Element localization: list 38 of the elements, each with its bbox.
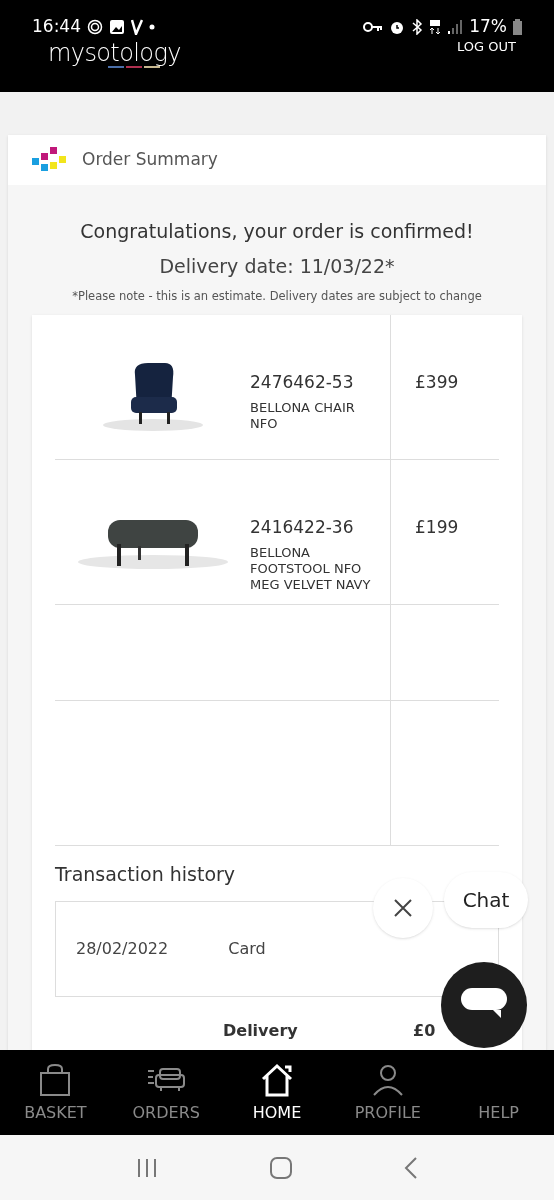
fingerprint-icon xyxy=(87,18,103,35)
payment-method: Card xyxy=(228,937,266,960)
nav-tab[interactable]: ORDERS xyxy=(110,1050,222,1135)
section-title: Transaction history xyxy=(55,862,237,888)
product-name: BELLONA CHAIR NFO xyxy=(250,399,356,432)
logo-icon xyxy=(32,147,66,173)
product-code: 2416422-36 xyxy=(250,516,355,540)
image-icon xyxy=(109,18,125,35)
home-button-icon[interactable] xyxy=(270,1156,292,1179)
product-price: £199 xyxy=(415,517,459,538)
logo: mysotology xyxy=(47,39,181,68)
transaction-date: 28/02/2022 xyxy=(76,937,169,960)
nav-tab[interactable]: HELP xyxy=(443,1050,554,1135)
summary-value: £0 xyxy=(413,1019,436,1042)
v-icon xyxy=(131,18,143,35)
summary-label: Delivery xyxy=(223,1019,299,1042)
status-time: 16:44 xyxy=(32,15,81,38)
bluetooth-icon xyxy=(411,18,424,35)
nav-tab[interactable]: PROFILE xyxy=(332,1050,444,1135)
product-name: BELLONA FOOTSTOOL NFO MEG VELVET NAVY xyxy=(250,544,372,593)
dot-icon xyxy=(149,23,155,30)
delivery-date: Delivery date: 11/03/22* xyxy=(159,253,395,279)
card-title: Order Summary xyxy=(82,148,218,172)
signal-icon xyxy=(447,18,464,35)
mobile-data-icon xyxy=(429,18,442,35)
nav-tab[interactable]: HOME xyxy=(221,1050,333,1135)
battery-icon xyxy=(513,18,522,35)
product-price: £399 xyxy=(415,372,459,393)
battery-percentage: 17% xyxy=(469,15,507,38)
key-icon xyxy=(363,20,384,33)
back-icon[interactable] xyxy=(404,1156,418,1179)
product-code: 2476462-53 xyxy=(250,371,355,395)
close-icon xyxy=(394,899,412,917)
confirmation-heading: Congratulations, your order is confirmed! xyxy=(80,219,474,244)
nav-tab[interactable]: BASKET xyxy=(0,1050,111,1135)
recent-apps-icon[interactable] xyxy=(136,1157,158,1178)
log-out-link[interactable]: LOG OUT xyxy=(457,36,516,57)
estimate-note: *Please note - this is an estimate. Delivery dates are subject to change xyxy=(72,288,482,305)
